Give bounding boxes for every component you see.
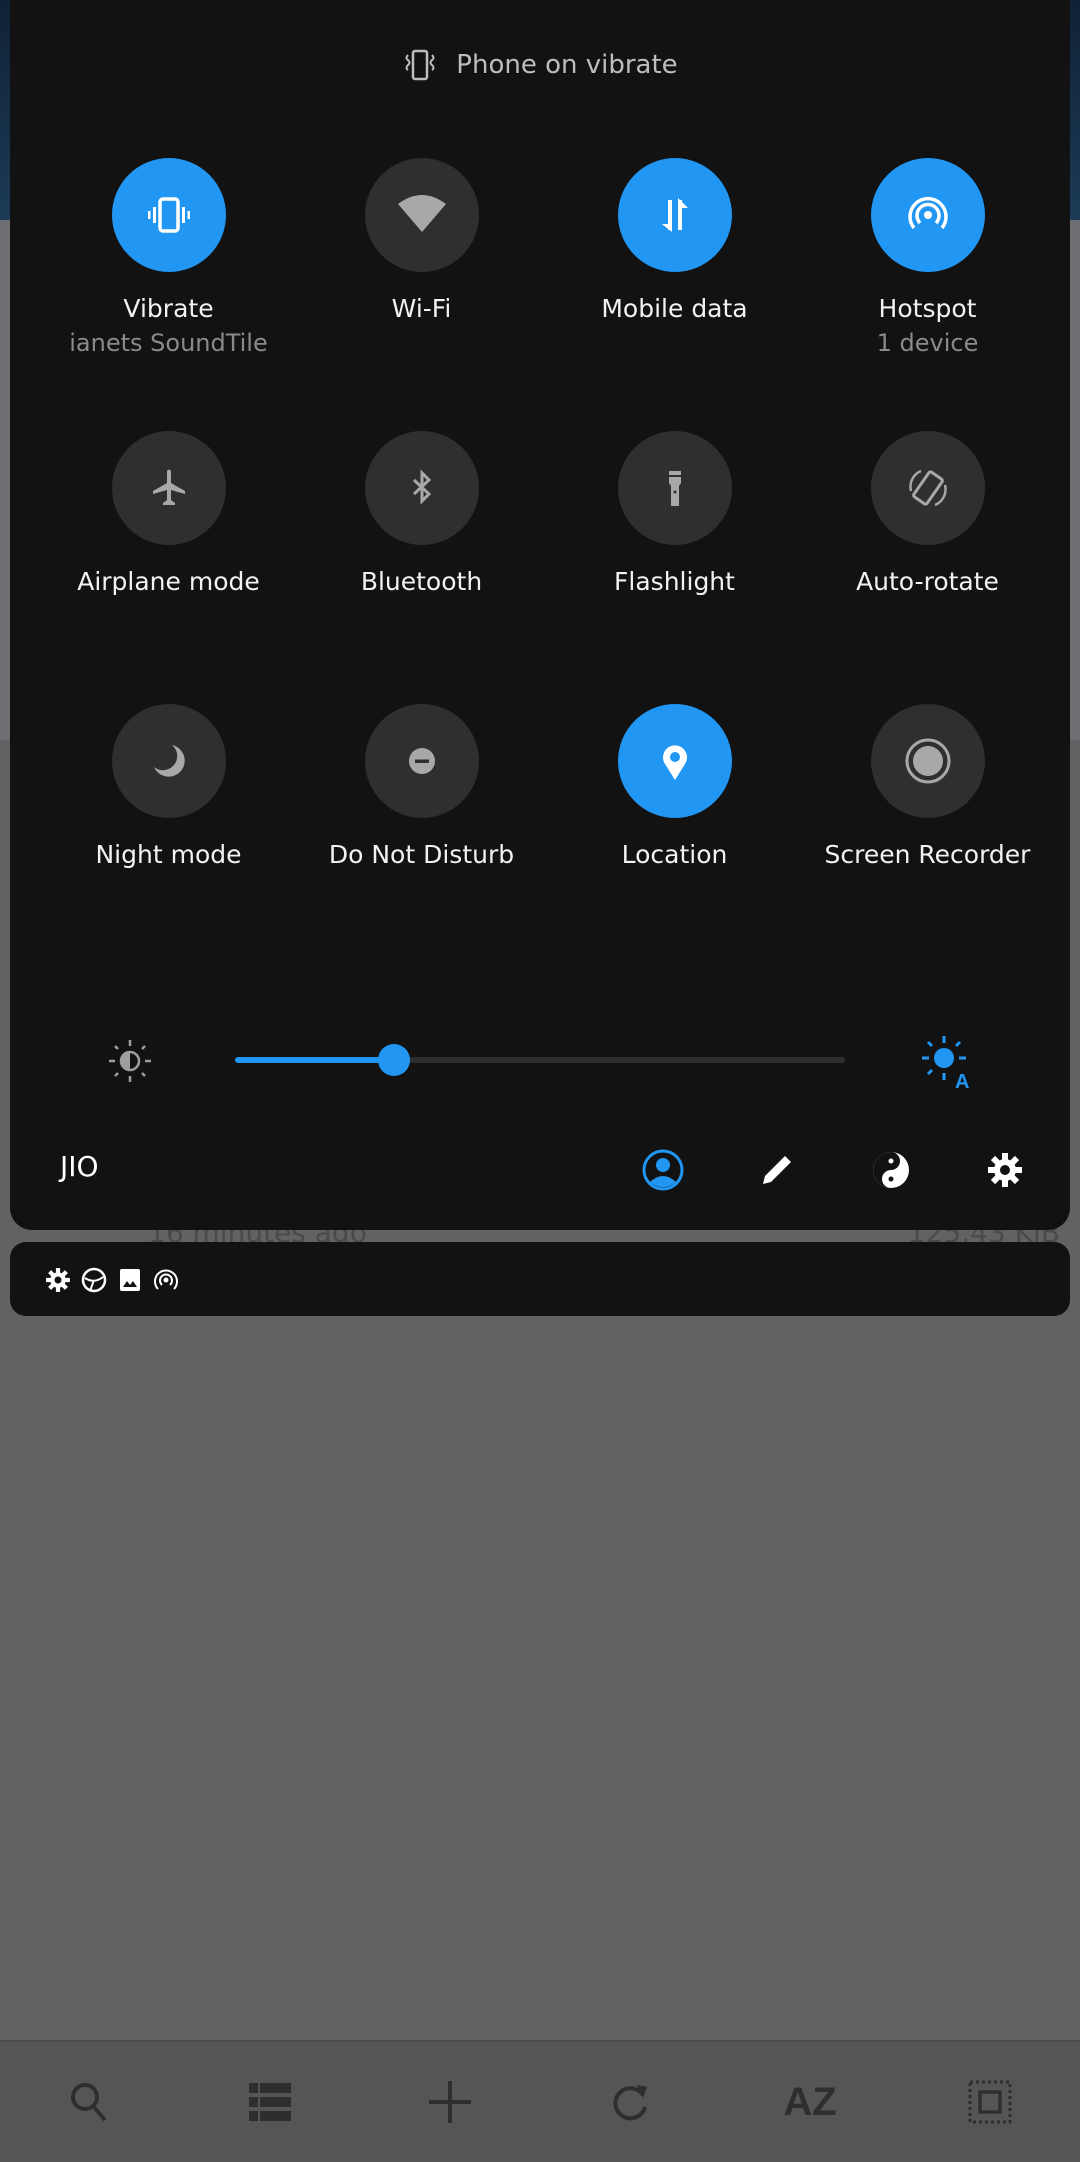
tile-label: Wi-Fi <box>391 294 452 323</box>
tile-hotspot[interactable]: Hotspot 1 device <box>801 158 1054 357</box>
refresh-icon <box>613 2085 647 2121</box>
user-account-icon <box>642 1149 684 1191</box>
select-all-icon <box>968 2080 1012 2124</box>
theme-button[interactable] <box>861 1140 921 1200</box>
tile-label: Location <box>621 840 728 869</box>
tile-sublabel: 1 device <box>876 329 979 357</box>
tile-label: Auto-rotate <box>856 567 999 596</box>
tile-sublabel: ianets SoundTile <box>69 329 268 357</box>
tile-label: Vibrate <box>123 294 214 323</box>
vibrate-icon <box>147 197 190 233</box>
user-account-button[interactable] <box>633 1140 693 1200</box>
location-pin-icon <box>662 745 687 780</box>
list-view-icon <box>249 2083 291 2121</box>
notification-icons-bar[interactable] <box>10 1242 1070 1316</box>
mobile-data-icon <box>661 198 688 232</box>
auto-rotate-icon <box>908 469 947 507</box>
tile-label: Night mode <box>95 840 242 869</box>
tile-bluetooth[interactable]: Bluetooth <box>295 431 548 596</box>
airplane-icon <box>152 469 185 505</box>
settings-gear-icon <box>46 1268 70 1292</box>
tile-toggle[interactable] <box>111 431 226 545</box>
tile-auto-rotate[interactable]: Auto-rotate <box>801 431 1054 596</box>
edit-pencil-icon <box>763 1156 791 1184</box>
tile-toggle[interactable] <box>364 704 479 818</box>
vpn-globe-icon <box>81 1267 107 1293</box>
tile-label: Screen Recorder <box>824 840 1031 869</box>
sort-az-icon: AZ <box>783 2079 837 2124</box>
search-icon <box>71 2083 107 2122</box>
add-button[interactable] <box>410 2062 490 2142</box>
tile-toggle[interactable] <box>111 704 226 818</box>
tile-screen-recorder[interactable]: Screen Recorder <box>801 704 1054 869</box>
tile-toggle[interactable] <box>870 431 985 545</box>
select-all-button[interactable] <box>950 2062 1030 2142</box>
tile-toggle[interactable] <box>617 704 732 818</box>
tile-toggle[interactable] <box>870 704 985 818</box>
ringer-status-text: Phone on vibrate <box>456 50 678 80</box>
brightness-control: A <box>10 1020 1070 1100</box>
edit-tiles-button[interactable] <box>747 1140 807 1200</box>
hotspot-icon <box>154 1269 178 1290</box>
carrier-name: JIO <box>60 1150 99 1183</box>
app-bottom-toolbar: AZ <box>0 2040 1080 2162</box>
tile-label: Bluetooth <box>360 567 483 596</box>
quick-settings-panel: Phone on vibrate Vibrate ianets SoundTil… <box>10 0 1070 1230</box>
bluetooth-icon <box>412 469 431 505</box>
tile-wifi[interactable]: Wi-Fi <box>295 158 548 323</box>
tile-label: Flashlight <box>614 567 735 596</box>
tile-toggle[interactable] <box>111 158 226 272</box>
tile-airplane-mode[interactable]: Airplane mode <box>42 431 295 596</box>
list-view-button[interactable] <box>230 2062 310 2142</box>
tile-flashlight[interactable]: Flashlight <box>548 431 801 596</box>
add-icon <box>429 2081 471 2123</box>
tile-vibrate[interactable]: Vibrate ianets SoundTile <box>42 158 295 357</box>
hotspot-icon <box>907 197 948 230</box>
settings-button[interactable] <box>975 1140 1035 1200</box>
ringer-status[interactable]: Phone on vibrate <box>10 40 1070 90</box>
tile-toggle[interactable] <box>364 431 479 545</box>
search-button[interactable] <box>50 2062 130 2142</box>
do-not-disturb-icon <box>408 748 435 774</box>
wifi-icon <box>397 195 446 232</box>
tile-toggle[interactable] <box>364 158 479 272</box>
tile-mobile-data[interactable]: Mobile data <box>548 158 801 323</box>
tile-location[interactable]: Location <box>548 704 801 869</box>
tile-label: Do Not Disturb <box>328 840 515 869</box>
settings-gear-icon <box>988 1153 1022 1187</box>
flashlight-icon <box>668 471 681 506</box>
tile-do-not-disturb[interactable]: Do Not Disturb <box>295 704 548 869</box>
refresh-button[interactable] <box>590 2062 670 2142</box>
tile-label: Airplane mode <box>77 567 260 596</box>
tile-toggle[interactable] <box>617 158 732 272</box>
brightness-slider-thumb[interactable] <box>377 1044 410 1076</box>
tile-toggle[interactable] <box>617 431 732 545</box>
vibrate-icon <box>405 49 435 81</box>
brightness-low-icon <box>109 1040 151 1082</box>
auto-brightness-icon[interactable]: A <box>918 1032 978 1092</box>
tile-label: Hotspot <box>878 294 977 323</box>
theme-yin-yang-icon <box>873 1152 909 1188</box>
screen-record-icon <box>905 738 950 784</box>
tile-night-mode[interactable]: Night mode <box>42 704 295 869</box>
image-icon <box>120 1269 140 1291</box>
tile-toggle[interactable] <box>870 158 985 272</box>
tile-label: Mobile data <box>601 294 748 323</box>
sort-button[interactable]: AZ <box>770 2062 850 2142</box>
brightness-slider[interactable] <box>235 1044 845 1076</box>
svg-text:A: A <box>955 1071 969 1092</box>
moon-icon <box>153 745 185 777</box>
quick-settings-footer: JIO <box>10 1140 1070 1200</box>
brightness-slider-fill <box>235 1057 394 1063</box>
